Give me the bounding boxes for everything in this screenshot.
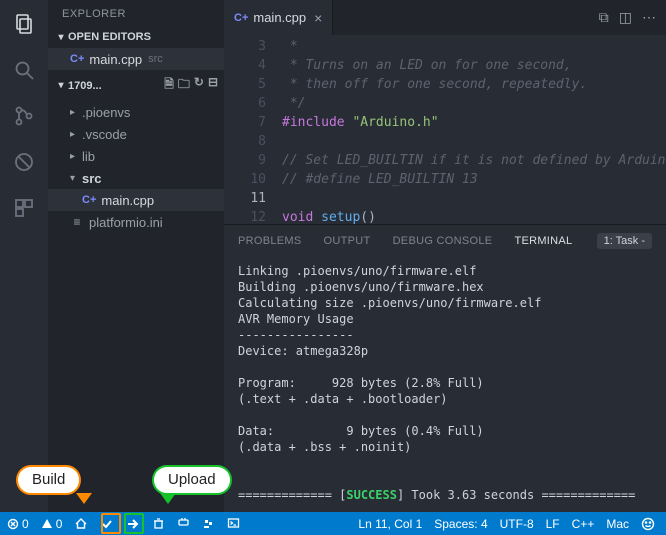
explorer-activity-icon[interactable] bbox=[10, 10, 38, 38]
extensions-activity-icon[interactable] bbox=[10, 194, 38, 222]
pio-clean-button[interactable] bbox=[149, 517, 168, 530]
pio-home-button[interactable] bbox=[71, 517, 91, 531]
pio-terminal-button[interactable] bbox=[224, 517, 243, 530]
close-tab-icon[interactable]: × bbox=[314, 10, 322, 26]
open-editor-dir: src bbox=[148, 53, 163, 65]
more-icon[interactable]: ⋯ bbox=[642, 9, 656, 26]
open-editor-filename: main.cpp bbox=[89, 52, 142, 67]
compare-icon[interactable]: ⧉ bbox=[599, 9, 609, 26]
code-content: * * Turns on an LED on for one second, *… bbox=[282, 37, 666, 224]
chevron-down-icon: ▾ bbox=[54, 80, 68, 91]
tab-main-cpp[interactable]: C+ main.cpp × bbox=[224, 0, 333, 35]
scm-activity-icon[interactable] bbox=[10, 102, 38, 130]
open-editors-header[interactable]: ▾ OPEN EDITORS bbox=[48, 28, 224, 46]
panel-tab-problems[interactable]: PROBLEMS bbox=[238, 235, 302, 247]
pio-build-button[interactable] bbox=[97, 517, 117, 531]
open-editor-item[interactable]: C+ main.cpp src bbox=[48, 48, 224, 70]
bottom-panel: PROBLEMS OUTPUT DEBUG CONSOLE TERMINAL 1… bbox=[224, 224, 666, 512]
new-file-icon[interactable]: 🗎 bbox=[164, 75, 174, 96]
terminal-output[interactable]: Linking .pioenvs/uno/firmware.elf Buildi… bbox=[224, 257, 666, 512]
chevron-down-icon: ▾ bbox=[54, 32, 68, 43]
file-tree: ▸ .pioenvs ▸ .vscode ▸ lib ▾ src C+ main… bbox=[48, 99, 224, 235]
chevron-right-icon: ▸ bbox=[70, 151, 82, 162]
chevron-right-icon: ▸ bbox=[70, 107, 82, 118]
tree-label: main.cpp bbox=[101, 193, 154, 208]
tree-file-platformio[interactable]: ≡ platformio.ini bbox=[48, 211, 224, 233]
collapse-icon[interactable]: ⊟ bbox=[208, 75, 218, 96]
cpp-file-icon: C+ bbox=[70, 53, 84, 65]
tree-label: platformio.ini bbox=[89, 215, 163, 230]
status-encoding[interactable]: UTF-8 bbox=[497, 517, 537, 531]
project-name: 1709... bbox=[68, 80, 102, 92]
panel-tabs: PROBLEMS OUTPUT DEBUG CONSOLE TERMINAL 1… bbox=[224, 225, 666, 257]
tree-label: .pioenvs bbox=[82, 105, 130, 120]
tab-label: main.cpp bbox=[253, 10, 306, 25]
open-editors-label: OPEN EDITORS bbox=[68, 31, 151, 43]
pio-upload-button[interactable] bbox=[123, 517, 143, 531]
refresh-icon[interactable]: ↻ bbox=[194, 75, 204, 96]
terminal-task-selector[interactable]: 1: Task - bbox=[597, 233, 652, 249]
tree-folder[interactable]: ▸ .vscode bbox=[48, 123, 224, 145]
status-os[interactable]: Mac bbox=[603, 517, 632, 531]
tree-label: .vscode bbox=[82, 127, 127, 142]
explorer-sidebar: EXPLORER ▾ OPEN EDITORS C+ main.cpp src … bbox=[48, 0, 224, 512]
status-cursor[interactable]: Ln 11, Col 1 bbox=[355, 517, 425, 531]
activity-bar bbox=[0, 0, 48, 512]
tree-label: lib bbox=[82, 149, 95, 164]
project-header[interactable]: ▾ 1709... 🗎 🗀 ↻ ⊟ bbox=[48, 72, 224, 99]
status-language[interactable]: C++ bbox=[569, 517, 598, 531]
new-folder-icon[interactable]: 🗀 bbox=[178, 75, 190, 96]
code-editor[interactable]: 34567891011121314 * * Turns on an LED on… bbox=[224, 35, 666, 224]
panel-tab-terminal[interactable]: TERMINAL bbox=[514, 235, 572, 247]
tree-file-main-cpp[interactable]: C+ main.cpp bbox=[48, 189, 224, 211]
status-spaces[interactable]: Spaces: 4 bbox=[431, 517, 490, 531]
tree-label: src bbox=[82, 171, 102, 186]
search-activity-icon[interactable] bbox=[10, 56, 38, 84]
panel-tab-output[interactable]: OUTPUT bbox=[324, 235, 371, 247]
ini-file-icon: ≡ bbox=[70, 215, 84, 229]
tabs-row: C+ main.cpp × ⧉ ◫ ⋯ bbox=[224, 0, 666, 35]
status-errors[interactable]: 0 bbox=[4, 517, 32, 531]
feedback-icon[interactable] bbox=[638, 517, 658, 531]
line-gutter: 34567891011121314 bbox=[224, 37, 282, 224]
project-actions: 🗎 🗀 ↻ ⊟ bbox=[164, 75, 218, 96]
status-eol[interactable]: LF bbox=[543, 517, 563, 531]
tree-folder[interactable]: ▸ lib bbox=[48, 145, 224, 167]
status-warnings[interactable]: 0 bbox=[38, 517, 66, 531]
tree-folder[interactable]: ▸ .pioenvs bbox=[48, 101, 224, 123]
tree-folder-src[interactable]: ▾ src bbox=[48, 167, 224, 189]
split-editor-icon[interactable]: ◫ bbox=[619, 9, 632, 26]
chevron-down-icon: ▾ bbox=[70, 173, 82, 184]
panel-tab-debug[interactable]: DEBUG CONSOLE bbox=[393, 235, 493, 247]
explorer-title: EXPLORER bbox=[48, 0, 224, 28]
cpp-file-icon: C+ bbox=[82, 194, 96, 206]
pio-serial-button[interactable] bbox=[199, 517, 218, 530]
chevron-right-icon: ▸ bbox=[70, 129, 82, 140]
status-bar: 0 0 Ln 11, Col 1 Spaces: 4 UTF-8 bbox=[0, 512, 666, 535]
debug-activity-icon[interactable] bbox=[10, 148, 38, 176]
pio-test-button[interactable] bbox=[174, 517, 193, 530]
editor-group: C+ main.cpp × ⧉ ◫ ⋯ 34567891011121314 * … bbox=[224, 0, 666, 512]
cpp-file-icon: C+ bbox=[234, 12, 248, 24]
